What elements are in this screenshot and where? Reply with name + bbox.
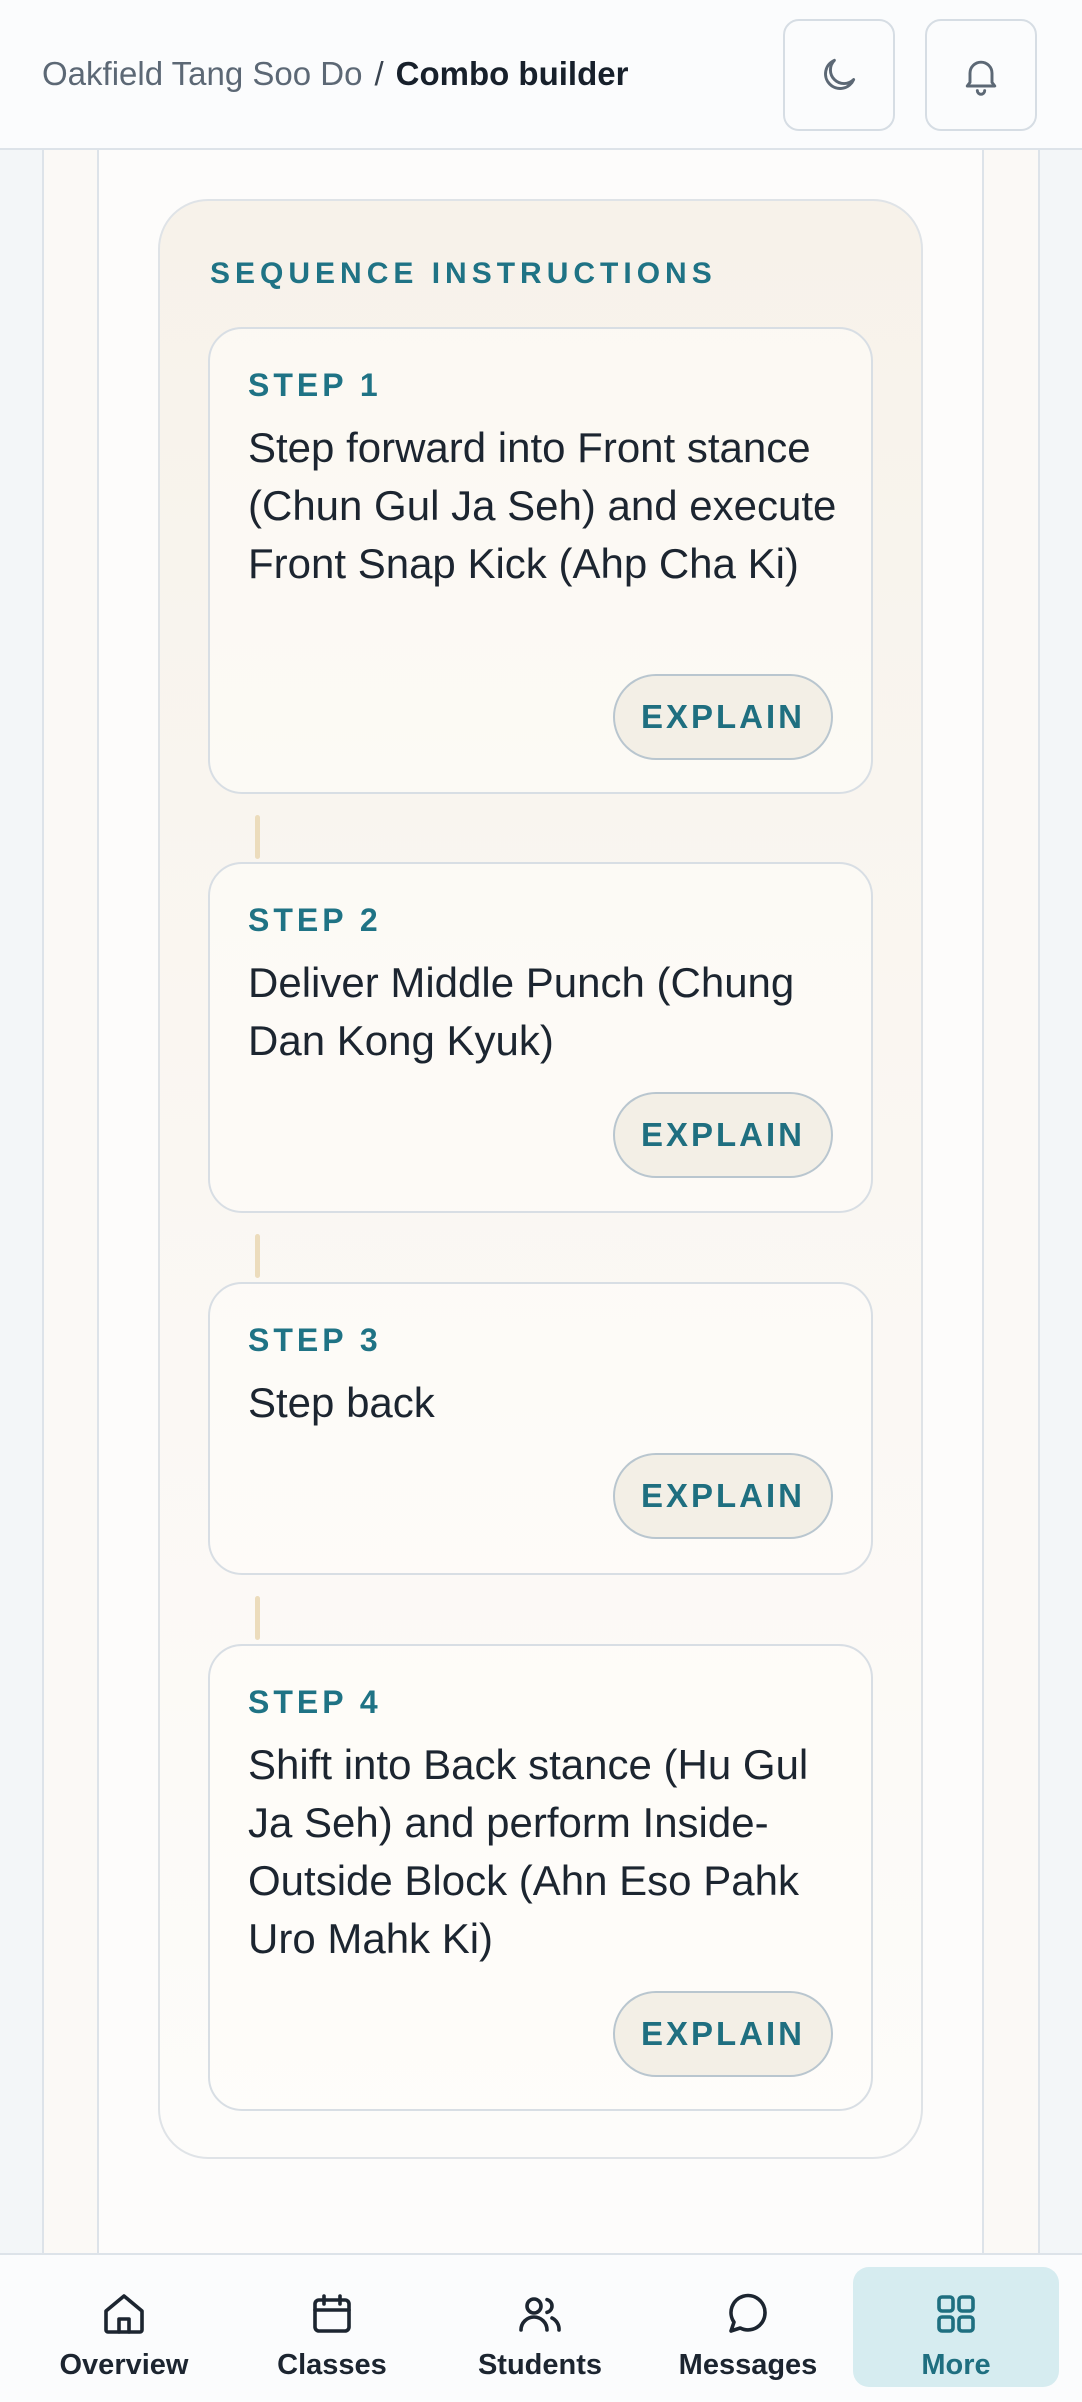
nav-label: Students [477, 2349, 603, 2381]
step-card-4: STEP 4 Shift into Back stance (Hu Gul Ja… [208, 1644, 873, 2111]
home-icon [104, 2294, 144, 2334]
step-label: STEP 2 [248, 902, 382, 938]
calendar-icon [313, 2294, 351, 2333]
step-connector [255, 1234, 260, 1278]
step-label: STEP 3 [248, 1322, 382, 1358]
nav-label: Classes [277, 2349, 387, 2381]
grid-icon [937, 2295, 975, 2333]
step-connector [255, 815, 260, 859]
users-icon [519, 2297, 561, 2332]
breadcrumb: Oakfield Tang Soo Do / Combo builder [42, 52, 628, 96]
breadcrumb-org-link[interactable]: Oakfield Tang Soo Do [42, 52, 362, 96]
nav-item-students[interactable]: Students [437, 2267, 643, 2387]
moon-icon [824, 58, 856, 90]
step-instruction: Deliver Middle Punch (Chung Dan Kong Kyu… [248, 959, 795, 1064]
nav-label: More [921, 2349, 991, 2381]
step-card-2: STEP 2 Deliver Middle Punch (Chung Dan K… [208, 862, 873, 1213]
bell-icon [965, 60, 997, 96]
theme-toggle-button[interactable] [783, 19, 895, 131]
step-card-1: STEP 1 Step forward into Front stance (C… [208, 327, 873, 794]
nav-label: Messages [678, 2349, 818, 2381]
step-label: STEP 1 [248, 367, 382, 403]
explain-button[interactable]: EXPLAIN [613, 1991, 833, 2077]
step-label: STEP 4 [248, 1684, 382, 1720]
nav-item-overview[interactable]: Overview [21, 2267, 227, 2387]
nav-item-classes[interactable]: Classes [229, 2267, 435, 2387]
explain-button[interactable]: EXPLAIN [613, 1453, 833, 1539]
step-instruction: Step forward into Front stance (Chun Gul… [248, 424, 837, 587]
sequence-instructions-panel: SEQUENCE INSTRUCTIONS STEP 1 Step forwar… [158, 199, 923, 2159]
nav-item-messages[interactable]: Messages [645, 2267, 851, 2387]
bottom-navigation: Overview Classes Students Messages More [0, 2253, 1082, 2402]
step-connector [255, 1596, 260, 1640]
page-title: Combo builder [395, 55, 629, 92]
step-card-3: STEP 3 Step back EXPLAIN [208, 1282, 873, 1575]
chat-icon [729, 2293, 767, 2333]
notifications-button[interactable] [925, 19, 1037, 131]
nav-label: Overview [59, 2349, 189, 2381]
step-instruction: Shift into Back stance (Hu Gul Ja Seh) a… [248, 1741, 809, 1962]
step-instruction: Step back [248, 1379, 435, 1426]
explain-button[interactable]: EXPLAIN [613, 674, 833, 760]
explain-button[interactable]: EXPLAIN [613, 1092, 833, 1178]
nav-item-more[interactable]: More [853, 2267, 1059, 2387]
breadcrumb-separator: / [374, 55, 384, 92]
top-header: Oakfield Tang Soo Do / Combo builder [0, 0, 1082, 150]
section-title: SEQUENCE INSTRUCTIONS [210, 257, 717, 290]
